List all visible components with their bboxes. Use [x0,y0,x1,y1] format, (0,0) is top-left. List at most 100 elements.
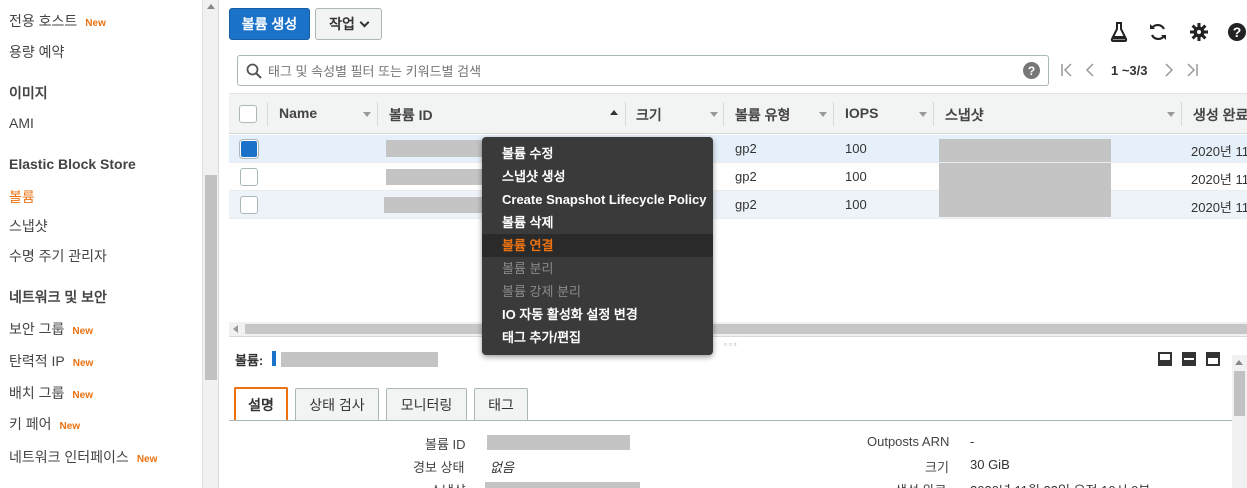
column-separator [377,102,378,126]
menu-item-force-detach-volume: 볼륨 강제 분리 [502,284,581,299]
created-cell: 2020년 11 [1191,200,1247,215]
horizontal-scroll-thumb[interactable] [245,324,1247,334]
volume-type-cell: gp2 [735,141,757,156]
column-separator [625,102,626,126]
refresh-icon[interactable] [1148,22,1168,42]
detail-pane-title: 볼륨: [235,353,264,368]
sidebar-item-ami[interactable]: AMI [9,115,34,131]
table-row[interactable]: gp2 100 2020년 11 [229,191,1247,219]
sidebar-heading-ebs: Elastic Block Store [9,156,136,172]
sidebar: 전용 호스트 New 용량 예약 이미지 AMI Elastic Block St… [0,0,202,488]
sidebar-item-snapshots[interactable]: 스냅샷 [9,216,48,236]
sidebar-item-capacity-reservations[interactable]: 용량 예약 [9,42,64,62]
menu-item-detach-volume: 볼륨 분리 [502,261,554,276]
menu-item-delete-volume[interactable]: 볼륨 삭제 [482,211,713,234]
redacted-snapshot-value [485,482,640,488]
pane-splitter[interactable] [229,336,1247,337]
menu-item-attach-volume[interactable]: 볼륨 연결 [482,234,713,257]
sort-icon[interactable] [819,112,827,117]
column-header-iops[interactable]: IOPS [845,105,878,121]
sort-icon[interactable] [919,112,927,117]
create-volume-button[interactable]: 볼륨 생성 [229,8,310,40]
tab-status-checks[interactable]: 상태 검사 [295,388,379,420]
row-checkbox[interactable] [240,196,258,214]
sort-icon[interactable] [710,112,718,117]
tab-monitoring[interactable]: 모니터링 [386,388,467,420]
created-cell: 2020년 11 [1191,172,1247,187]
created-label: 생성 완료 [895,480,946,488]
sidebar-item-label: 보안 그룹 [9,321,65,337]
sidebar-item-network-interfaces[interactable]: 네트워크 인터페이스 New [9,447,157,467]
vertical-scroll-thumb[interactable] [1234,371,1245,416]
sort-ascending-icon[interactable] [610,110,618,115]
table-row[interactable]: gp2 100 2020년 11 [229,135,1247,163]
sidebar-divider [218,0,219,488]
menu-item-create-lifecycle-policy[interactable]: Create Snapshot Lifecycle Policy [482,188,713,211]
sidebar-scrollbar[interactable] [202,0,218,488]
search-input[interactable] [268,62,1008,80]
previous-page-icon[interactable] [1084,62,1096,81]
row-checkbox[interactable] [240,140,258,158]
iops-cell: 100 [845,141,867,156]
next-page-icon[interactable] [1163,62,1175,81]
iops-cell: 100 [845,169,867,184]
tab-tags[interactable]: 태그 [474,388,528,420]
gear-icon[interactable] [1189,22,1209,42]
sidebar-item-label: 탄력적 IP [9,353,65,369]
table-horizontal-scrollbar[interactable] [229,322,1247,336]
column-header-created[interactable]: 생성 완료 [1193,105,1247,125]
scroll-up-arrow-icon[interactable] [207,4,215,9]
menu-item-create-snapshot[interactable]: 스냅샷 생성 [482,165,713,188]
layout-bottom-icon[interactable] [1158,352,1172,366]
sidebar-item-key-pairs[interactable]: 키 페어 New [9,414,80,434]
search-help-icon[interactable]: ? [1023,62,1040,79]
volume-type-cell: gp2 [735,197,757,212]
first-page-icon[interactable] [1060,62,1074,81]
actions-dropdown-button[interactable]: 작업 [315,8,382,40]
scroll-up-arrow-icon[interactable] [1235,360,1243,365]
snapshot-label: 스냅샷 [430,480,466,488]
column-header-volume-type[interactable]: 볼륨 유형 [735,105,790,125]
outposts-arn-value: - [970,434,975,449]
outposts-arn-label: Outposts ARN [867,434,950,449]
sidebar-item-dedicated-hosts[interactable]: 전용 호스트 New [9,11,106,31]
size-value: 30 GiB [970,457,1010,472]
select-all-checkbox[interactable] [239,105,257,123]
new-badge: New [72,358,94,369]
layout-top-icon[interactable] [1206,352,1220,366]
column-separator [833,102,834,126]
row-checkbox[interactable] [240,168,258,186]
sidebar-item-security-groups[interactable]: 보안 그룹 New [9,319,93,339]
sidebar-item-lifecycle-manager[interactable]: 수명 주기 관리자 [9,246,107,266]
menu-item-add-edit-tags[interactable]: 태그 추가/편집 [482,326,713,349]
column-header-name[interactable]: Name [279,105,317,121]
detail-vertical-scrollbar[interactable] [1232,355,1247,488]
layout-split-icon[interactable] [1182,352,1196,366]
iops-cell: 100 [845,197,867,212]
column-header-snapshot[interactable]: 스냅샷 [945,105,984,125]
column-header-volume-id[interactable]: 볼륨 ID [389,105,433,125]
sort-icon[interactable] [363,112,371,117]
new-badge: New [136,454,158,465]
column-header-size[interactable]: 크기 [636,105,662,125]
sort-icon[interactable] [1167,112,1175,117]
redacted-snapshot [939,139,1111,162]
sidebar-item-volumes[interactable]: 볼륨 [9,187,35,207]
tab-description[interactable]: 설명 [234,387,288,421]
drag-handle-icon[interactable]: ▫▫▫ [724,340,739,349]
sidebar-scroll-thumb[interactable] [205,175,217,380]
table-row[interactable]: gp2 100 2020년 11 [229,163,1247,191]
sidebar-item-elastic-ips[interactable]: 탄력적 IP New [9,351,93,371]
menu-item-modify-volume[interactable]: 볼륨 수정 [482,142,713,165]
sidebar-item-placement-groups[interactable]: 배치 그룹 New [9,383,93,403]
actions-context-menu: 볼륨 수정 스냅샷 생성 Create Snapshot Lifecycle P… [482,137,713,355]
menu-item-change-auto-enable-io[interactable]: IO 자동 활성화 설정 변경 [482,303,713,326]
help-icon[interactable]: ? [1227,22,1247,42]
pagination-text: 1 ~3/3 [1111,63,1148,78]
ec2-volumes-console: 전용 호스트 New 용량 예약 이미지 AMI Elastic Block St… [0,0,1247,488]
redacted-volume-id [384,197,488,213]
last-page-icon[interactable] [1185,62,1199,81]
flask-icon[interactable] [1109,22,1129,42]
scroll-left-arrow-icon[interactable] [233,325,238,333]
actions-label: 작업 [329,16,355,32]
